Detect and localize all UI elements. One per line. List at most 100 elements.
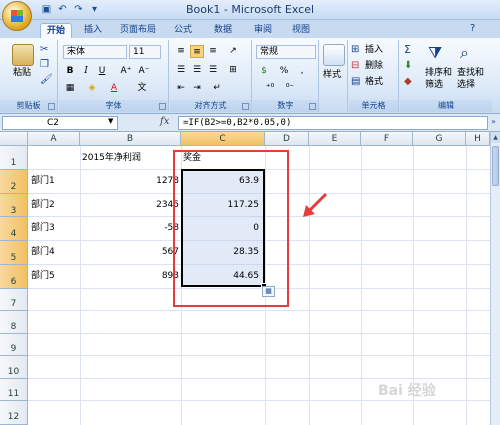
formula-input[interactable]: =IF(B2>=0,B2*0.05,0)	[178, 116, 488, 130]
cell-a3[interactable]: 部门2	[31, 199, 55, 211]
column-header-a[interactable]: A	[28, 132, 80, 146]
help-icon[interactable]: ?	[470, 23, 475, 34]
underline-button[interactable]: U	[95, 65, 109, 78]
row-header-3[interactable]: 3	[0, 194, 28, 217]
vertical-scrollbar[interactable]: ▲	[490, 132, 500, 425]
row-header-5[interactable]: 5	[0, 241, 28, 265]
name-box-dropdown-icon[interactable]: ▼	[108, 117, 113, 125]
font-size-select[interactable]: 11	[129, 45, 161, 59]
office-button[interactable]	[2, 1, 32, 31]
sort-filter-label[interactable]: 排序和	[425, 68, 452, 79]
tab-view[interactable]: 视图	[288, 23, 314, 38]
column-header-f[interactable]: F	[361, 132, 413, 146]
cell-b4[interactable]: -58	[82, 222, 179, 234]
cell-a2[interactable]: 部门1	[31, 175, 55, 187]
delete-cells-icon[interactable]: ⊟	[351, 60, 359, 72]
increase-decimal-icon[interactable]: ⁺⁰	[263, 82, 277, 95]
row-header-11[interactable]: 11	[0, 379, 28, 401]
currency-icon[interactable]: $	[257, 65, 271, 78]
row-header-12[interactable]: 12	[0, 401, 28, 425]
decrease-decimal-icon[interactable]: ⁰⁻	[283, 82, 297, 95]
column-header-b[interactable]: B	[80, 132, 181, 146]
column-header-g[interactable]: G	[413, 132, 466, 146]
scroll-up-icon[interactable]: ▲	[491, 132, 500, 143]
row-header-8[interactable]: 8	[0, 311, 28, 334]
tab-formulas[interactable]: 公式	[170, 23, 196, 38]
cell-a6[interactable]: 部门5	[31, 270, 55, 282]
increase-font-icon[interactable]: A⁺	[119, 65, 133, 78]
delete-cells-label[interactable]: 删除	[365, 61, 383, 72]
borders-icon[interactable]: ▦	[63, 82, 77, 95]
select-all-corner[interactable]	[0, 132, 28, 146]
paste-label[interactable]: 粘贴	[13, 68, 31, 79]
wrap-text-icon[interactable]: ↵	[210, 82, 224, 95]
format-painter-icon[interactable]: 🖌	[40, 74, 53, 86]
row-header-4[interactable]: 4	[0, 217, 28, 241]
cut-icon[interactable]: ✂	[40, 44, 48, 56]
align-top-icon[interactable]: ≡	[174, 45, 188, 58]
column-header-h[interactable]: H	[466, 132, 490, 146]
bold-button[interactable]: B	[63, 65, 77, 78]
row-header-1[interactable]: 1	[0, 146, 28, 170]
italic-button[interactable]: I	[79, 65, 93, 78]
styles-label[interactable]: 样式	[323, 70, 341, 81]
format-cells-label[interactable]: 格式	[365, 77, 383, 88]
name-box[interactable]: C2	[2, 116, 118, 130]
decrease-indent-icon[interactable]: ⇤	[174, 82, 188, 95]
styles-icon[interactable]	[323, 44, 345, 66]
find-select-icon[interactable]: ⌕	[460, 43, 469, 63]
cell-b1[interactable]: 2015年净利润	[82, 152, 141, 164]
align-left-icon[interactable]: ☰	[174, 64, 188, 77]
sort-filter-icon[interactable]: ⧩	[428, 43, 442, 63]
find-select-label-2[interactable]: 选择	[457, 80, 475, 91]
insert-function-button[interactable]: fx	[160, 116, 169, 127]
row-header-9[interactable]: 9	[0, 334, 28, 356]
align-bottom-icon[interactable]: ≡	[206, 45, 220, 58]
align-center-icon[interactable]: ☰	[190, 64, 204, 77]
fill-icon[interactable]: ⬇	[404, 60, 412, 72]
row-header-2[interactable]: 2	[0, 170, 28, 194]
tab-review[interactable]: 审阅	[250, 23, 276, 38]
orientation-icon[interactable]: ↗	[226, 45, 240, 58]
number-launcher-icon[interactable]	[309, 103, 316, 110]
number-format-select[interactable]: 常规	[256, 45, 316, 59]
insert-cells-icon[interactable]: ⊞	[351, 44, 359, 56]
align-middle-icon[interactable]: ≡	[190, 45, 204, 58]
paste-icon[interactable]	[12, 44, 34, 66]
cell-b2[interactable]: 1278	[82, 175, 179, 187]
clipboard-launcher-icon[interactable]	[48, 103, 55, 110]
column-header-c[interactable]: C	[181, 132, 265, 146]
tab-page-layout[interactable]: 页面布局	[114, 23, 162, 38]
merge-icon[interactable]: ⊞	[226, 64, 240, 77]
column-header-d[interactable]: D	[265, 132, 309, 146]
sort-filter-label-2[interactable]: 筛选	[425, 80, 443, 91]
cell-b5[interactable]: 567	[82, 246, 179, 258]
column-header-e[interactable]: E	[309, 132, 361, 146]
percent-button[interactable]: %	[277, 65, 291, 78]
alignment-launcher-icon[interactable]	[242, 103, 249, 110]
font-name-select[interactable]: 宋体	[63, 45, 127, 59]
autosum-icon[interactable]: Σ	[404, 44, 411, 56]
cell-a5[interactable]: 部门4	[31, 246, 55, 258]
cell-b3[interactable]: 2345	[82, 199, 179, 211]
tab-home[interactable]: 开始	[40, 23, 72, 38]
expand-formula-bar-icon[interactable]: »	[491, 117, 496, 126]
decrease-font-icon[interactable]: A⁻	[137, 65, 151, 78]
row-header-6[interactable]: 6	[0, 265, 28, 289]
font-launcher-icon[interactable]	[159, 103, 166, 110]
align-right-icon[interactable]: ☰	[206, 64, 220, 77]
copy-icon[interactable]: ❐	[40, 59, 49, 71]
fill-color-icon[interactable]: ◈	[85, 82, 99, 95]
phonetic-icon[interactable]: 文	[135, 82, 149, 95]
tab-insert[interactable]: 插入	[80, 23, 106, 38]
row-header-7[interactable]: 7	[0, 289, 28, 311]
tab-data[interactable]: 数据	[210, 23, 236, 38]
row-header-10[interactable]: 10	[0, 356, 28, 379]
find-select-label[interactable]: 查找和	[457, 68, 484, 79]
font-color-button[interactable]: A	[107, 82, 121, 95]
format-cells-icon[interactable]: ▤	[351, 76, 360, 88]
cell-b6[interactable]: 893	[82, 270, 179, 282]
cell-a4[interactable]: 部门3	[31, 222, 55, 234]
clear-icon[interactable]: ◆	[404, 76, 412, 88]
insert-cells-label[interactable]: 插入	[365, 45, 383, 56]
